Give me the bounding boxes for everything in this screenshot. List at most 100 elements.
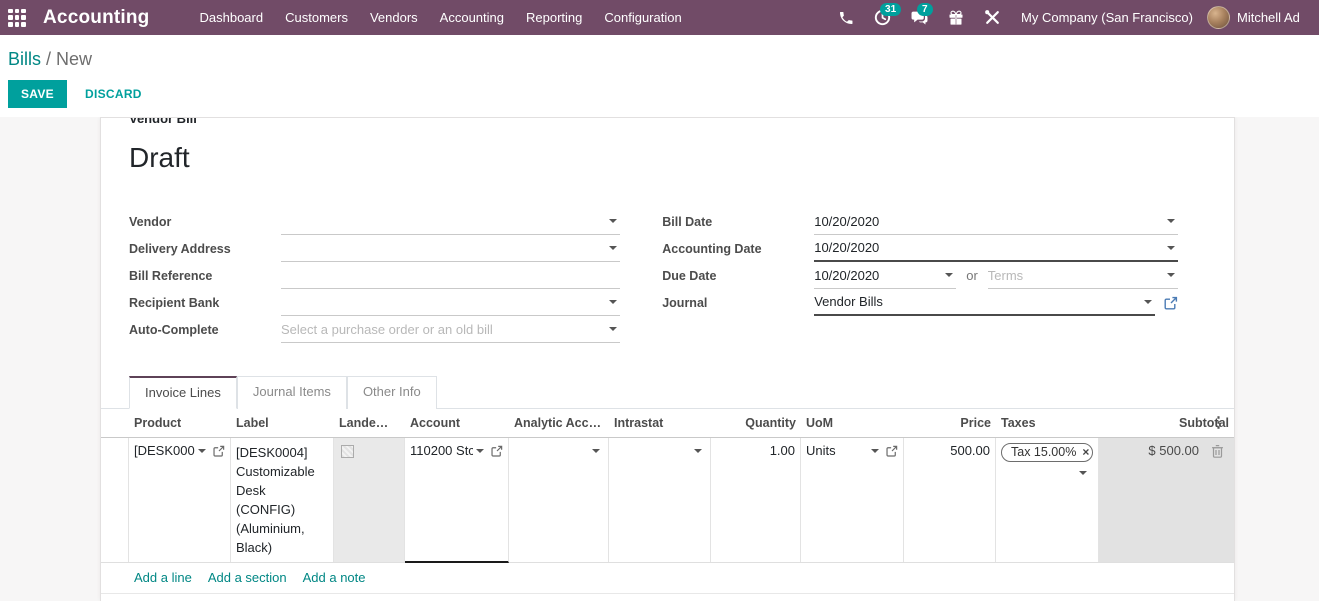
col-label[interactable]: Label bbox=[231, 416, 334, 430]
nav-reporting[interactable]: Reporting bbox=[517, 1, 591, 34]
invoice-lines-table: Product Label Lande… Account Analytic Ac… bbox=[101, 409, 1234, 594]
optional-columns-icon[interactable]: ⋮ bbox=[1206, 413, 1231, 431]
breadcrumb-current: New bbox=[56, 49, 92, 69]
intrastat-cell[interactable] bbox=[609, 438, 711, 562]
auto-complete-input[interactable]: Select a purchase order or an old bill bbox=[281, 316, 620, 343]
gift-icon[interactable] bbox=[938, 4, 974, 32]
landed-costs-checkbox[interactable] bbox=[341, 445, 354, 458]
col-analytic-account[interactable]: Analytic Acc… bbox=[509, 416, 609, 430]
chevron-down-icon[interactable] bbox=[609, 327, 617, 331]
nav-accounting[interactable]: Accounting bbox=[431, 1, 513, 34]
document-type-label: Vendor Bill bbox=[129, 117, 1234, 126]
field-accounting-date: Accounting Date 10/20/2020 bbox=[662, 235, 1178, 262]
field-journal: Journal Vendor Bills bbox=[662, 289, 1178, 316]
chevron-down-icon[interactable] bbox=[609, 246, 617, 250]
accounting-date-input[interactable]: 10/20/2020 bbox=[814, 235, 1178, 262]
product-cell[interactable]: [DESK0004 bbox=[129, 438, 231, 562]
recipient-bank-input[interactable] bbox=[281, 289, 620, 316]
control-panel-buttons: SAVE DISCARD bbox=[0, 70, 1319, 117]
breadcrumb: Bills / New bbox=[0, 35, 1319, 70]
add-a-section-link[interactable]: Add a section bbox=[208, 570, 287, 585]
uom-cell[interactable]: Units bbox=[801, 438, 904, 562]
external-link-icon[interactable] bbox=[1164, 296, 1178, 310]
tax-tag[interactable]: Tax 15.00% × bbox=[1001, 443, 1093, 462]
col-uom[interactable]: UoM bbox=[801, 416, 904, 430]
row-handle-cell[interactable] bbox=[101, 438, 129, 562]
nav-vendors[interactable]: Vendors bbox=[361, 1, 427, 34]
breadcrumb-separator: / bbox=[46, 49, 56, 69]
chevron-down-icon[interactable] bbox=[945, 273, 953, 277]
nav-dashboard[interactable]: Dashboard bbox=[191, 1, 273, 34]
col-price[interactable]: Price bbox=[904, 416, 996, 430]
tools-icon[interactable] bbox=[974, 3, 1011, 32]
col-intrastat[interactable]: Intrastat bbox=[609, 416, 711, 430]
left-field-group: Vendor Delivery Address Bill Reference bbox=[129, 208, 620, 343]
tab-journal-items[interactable]: Journal Items bbox=[237, 376, 347, 409]
account-cell[interactable]: 110200 Stc bbox=[405, 438, 509, 563]
due-date-input[interactable]: 10/20/2020 bbox=[814, 262, 956, 289]
col-account[interactable]: Account bbox=[405, 416, 509, 430]
trash-icon[interactable] bbox=[1211, 444, 1224, 461]
bill-reference-input[interactable] bbox=[281, 262, 620, 289]
external-link-icon[interactable] bbox=[886, 445, 898, 457]
chevron-down-icon[interactable] bbox=[871, 449, 879, 453]
discard-button[interactable]: DISCARD bbox=[75, 80, 152, 108]
chevron-down-icon[interactable] bbox=[609, 300, 617, 304]
landed-costs-cell bbox=[334, 438, 405, 562]
chevron-down-icon[interactable] bbox=[694, 449, 702, 453]
chevron-down-icon[interactable] bbox=[1167, 246, 1175, 250]
external-link-icon[interactable] bbox=[491, 445, 503, 457]
price-cell[interactable]: 500.00 bbox=[904, 438, 996, 562]
company-switcher[interactable]: My Company (San Francisco) bbox=[1021, 10, 1193, 25]
add-a-line-link[interactable]: Add a line bbox=[134, 570, 192, 585]
user-avatar[interactable] bbox=[1207, 6, 1230, 29]
label-cell[interactable]: [DESK0004] Customizable Desk (CONFIG) (A… bbox=[231, 438, 334, 562]
chevron-down-icon[interactable] bbox=[1144, 300, 1152, 304]
form-sheet: Vendor Bill Draft Vendor Delivery Addres… bbox=[100, 117, 1235, 601]
chevron-down-icon[interactable] bbox=[609, 219, 617, 223]
nav-customers[interactable]: Customers bbox=[276, 1, 357, 34]
field-due-date: Due Date 10/20/2020 or Terms bbox=[662, 262, 1178, 289]
journal-label: Journal bbox=[662, 296, 814, 310]
add-a-note-link[interactable]: Add a note bbox=[303, 570, 366, 585]
chevron-down-icon[interactable] bbox=[592, 449, 600, 453]
main-menu: Dashboard Customers Vendors Accounting R… bbox=[191, 1, 691, 34]
remove-tax-icon[interactable]: × bbox=[1082, 445, 1089, 459]
tab-invoice-lines[interactable]: Invoice Lines bbox=[129, 376, 237, 409]
or-label: or bbox=[966, 268, 978, 283]
nav-configuration[interactable]: Configuration bbox=[595, 1, 690, 34]
messages-count-badge: 7 bbox=[917, 3, 933, 16]
col-taxes[interactable]: Taxes bbox=[996, 416, 1099, 430]
payment-terms-input[interactable]: Terms bbox=[988, 262, 1178, 289]
vendor-input[interactable] bbox=[281, 208, 620, 235]
user-menu[interactable]: Mitchell Ad bbox=[1237, 10, 1309, 25]
vendor-label: Vendor bbox=[129, 215, 281, 229]
form-fields: Vendor Delivery Address Bill Reference bbox=[101, 174, 1234, 343]
right-field-group: Bill Date 10/20/2020 Accounting Date 10/… bbox=[662, 208, 1178, 343]
save-button[interactable]: SAVE bbox=[8, 80, 67, 108]
chevron-down-icon[interactable] bbox=[198, 449, 206, 453]
col-product[interactable]: Product bbox=[129, 416, 231, 430]
col-quantity[interactable]: Quantity bbox=[711, 416, 801, 430]
bill-date-input[interactable]: 10/20/2020 bbox=[814, 208, 1178, 235]
delivery-address-input[interactable] bbox=[281, 235, 620, 262]
journal-input[interactable]: Vendor Bills bbox=[814, 289, 1155, 316]
analytic-account-cell[interactable] bbox=[509, 438, 609, 562]
app-title[interactable]: Accounting bbox=[43, 7, 150, 29]
messages-icon[interactable]: 7 bbox=[901, 3, 938, 32]
activities-icon[interactable]: 31 bbox=[864, 3, 901, 32]
list-footer-links: Add a line Add a section Add a note bbox=[101, 563, 1234, 594]
taxes-cell[interactable]: Tax 15.00% × bbox=[996, 438, 1099, 562]
phone-icon[interactable] bbox=[828, 4, 864, 32]
tab-other-info[interactable]: Other Info bbox=[347, 376, 437, 409]
chevron-down-icon[interactable] bbox=[1167, 219, 1175, 223]
chevron-down-icon[interactable] bbox=[476, 449, 484, 453]
bill-date-label: Bill Date bbox=[662, 215, 814, 229]
apps-menu-icon[interactable] bbox=[8, 9, 26, 27]
external-link-icon[interactable] bbox=[213, 445, 225, 457]
breadcrumb-bills-link[interactable]: Bills bbox=[8, 49, 41, 69]
col-landed-costs[interactable]: Lande… bbox=[334, 416, 405, 430]
chevron-down-icon[interactable] bbox=[1167, 273, 1175, 277]
quantity-cell[interactable]: 1.00 bbox=[711, 438, 801, 562]
chevron-down-icon[interactable] bbox=[1079, 471, 1087, 475]
